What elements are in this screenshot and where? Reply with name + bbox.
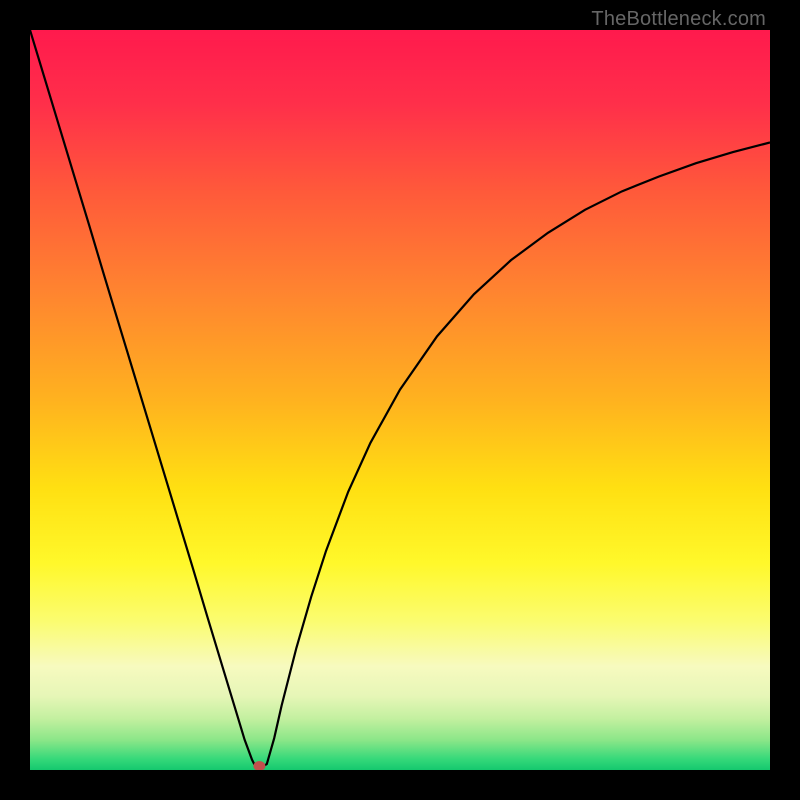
watermark: TheBottleneck.com: [591, 8, 766, 31]
chart-svg: [30, 30, 770, 770]
chart-plot-area: [30, 30, 770, 770]
